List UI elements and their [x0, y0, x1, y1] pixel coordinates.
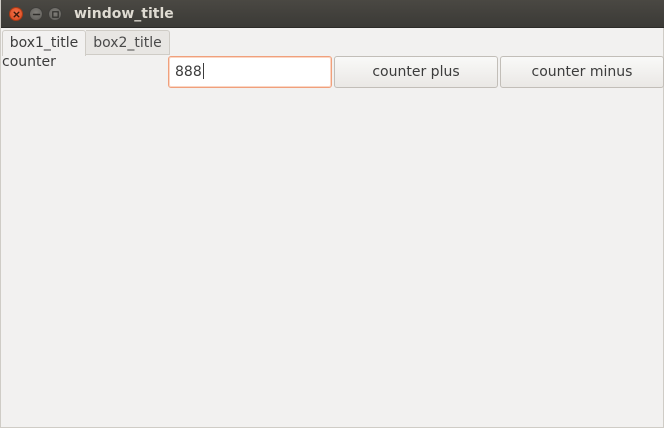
title-bar[interactable]: window_title	[1, 0, 664, 28]
minimize-icon	[32, 13, 41, 16]
counter-value: 888	[175, 64, 202, 80]
counter-label: counter	[2, 54, 56, 70]
close-button[interactable]	[9, 7, 23, 21]
window-title: window_title	[74, 6, 174, 22]
counter-plus-button[interactable]: counter plus	[334, 56, 498, 88]
minimize-button[interactable]	[29, 7, 43, 21]
counter-input[interactable]: 888	[168, 56, 332, 88]
maximize-icon	[52, 11, 59, 18]
maximize-button[interactable]	[48, 7, 62, 21]
tab-box1[interactable]: box1_title	[2, 30, 86, 56]
counter-minus-button[interactable]: counter minus	[500, 56, 664, 88]
tab-box2[interactable]: box2_title	[86, 30, 170, 55]
app-window: window_title box1_title box2_title count…	[0, 0, 664, 428]
text-cursor	[202, 63, 204, 79]
close-icon	[13, 11, 20, 18]
